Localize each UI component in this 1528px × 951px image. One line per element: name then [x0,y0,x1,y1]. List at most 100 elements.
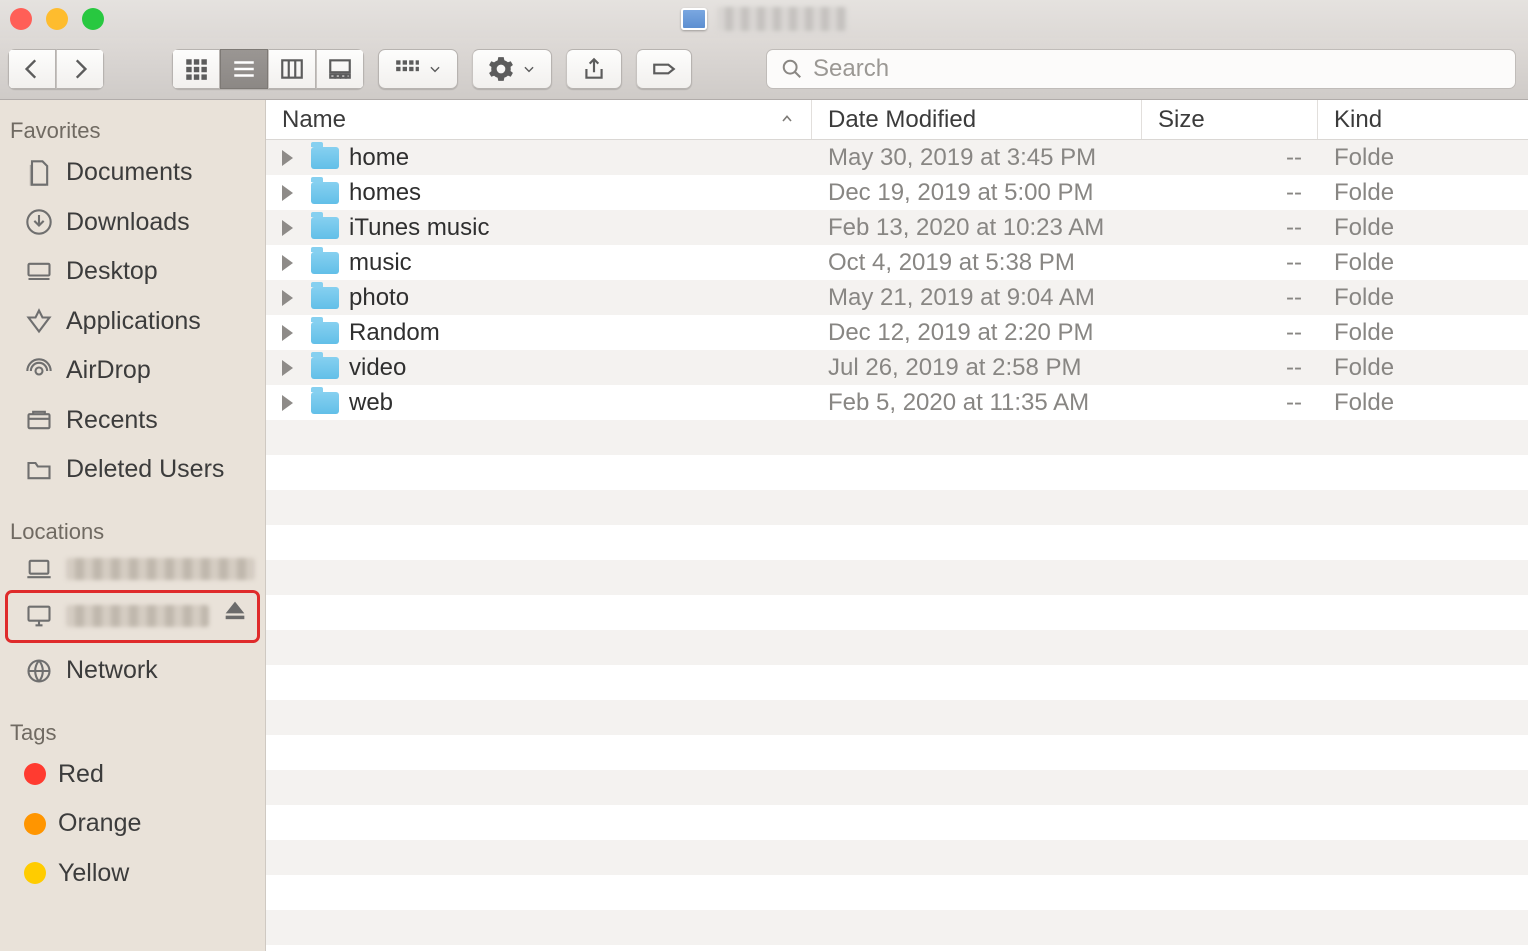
cell-kind: Folde [1318,389,1528,417]
cell-name: music [266,249,812,277]
disclosure-triangle-icon[interactable] [282,150,293,166]
eject-icon[interactable] [221,597,249,637]
column-date[interactable]: Date Modified [812,100,1142,139]
chevron-down-icon [522,62,536,76]
back-button[interactable] [8,49,56,89]
sidebar-item-label: Deleted Users [66,451,224,489]
documents-icon [24,159,54,187]
titlebar [0,0,1528,38]
sidebar-item[interactable] [0,549,265,589]
empty-row [266,840,1528,875]
disclosure-triangle-icon[interactable] [282,220,293,236]
table-row[interactable]: photoMay 21, 2019 at 9:04 AM--Folde [266,280,1528,315]
cell-date: Dec 19, 2019 at 5:00 PM [812,179,1142,207]
downloads-icon [24,208,54,236]
column-size-label: Size [1158,106,1205,134]
cell-name: Random [266,319,812,347]
sidebar-item-label: Orange [58,805,141,843]
sidebar-item[interactable]: Yellow [0,849,265,899]
sidebar-item-label: Red [58,756,104,794]
display-icon [24,602,54,630]
folder-icon [311,217,339,239]
tag-color-dot [24,763,46,785]
sidebar-item-label: Applications [66,303,201,341]
sidebar-section-header: Tags [0,712,265,750]
sort-ascending-icon [779,106,795,134]
disclosure-triangle-icon[interactable] [282,185,293,201]
sidebar-item[interactable]: Applications [0,297,265,347]
search-icon [781,58,803,80]
column-kind[interactable]: Kind [1318,100,1528,139]
cell-date: Feb 5, 2020 at 11:35 AM [812,389,1142,417]
sidebar-item[interactable]: Downloads [0,198,265,248]
action-button[interactable] [472,49,552,89]
sidebar-item[interactable]: Documents [0,148,265,198]
list-view-button[interactable] [220,49,268,89]
disclosure-triangle-icon[interactable] [282,325,293,341]
search-field[interactable] [766,49,1516,89]
sidebar-item[interactable]: AirDrop [0,346,265,396]
apps-icon [24,307,54,335]
share-button[interactable] [566,49,622,89]
sidebar-item[interactable]: Desktop [0,247,265,297]
sidebar-item[interactable]: Deleted Users [0,445,265,495]
minimize-window-button[interactable] [46,8,68,30]
table-row[interactable]: musicOct 4, 2019 at 5:38 PM--Folde [266,245,1528,280]
disclosure-triangle-icon[interactable] [282,395,293,411]
column-kind-label: Kind [1334,106,1382,134]
cell-size: -- [1142,354,1318,382]
toolbar [0,38,1528,100]
sidebar-item-label: Network [66,652,158,690]
file-name: photo [349,284,409,312]
icon-view-button[interactable] [172,49,220,89]
search-input[interactable] [813,55,1501,83]
disclosure-triangle-icon[interactable] [282,255,293,271]
gallery-view-button[interactable] [316,49,364,89]
main: FavoritesDocuments Downloads Desktop Applic… [0,100,1528,951]
sidebar-item[interactable]: Red [0,750,265,800]
cell-name: home [266,144,812,172]
content: Name Date Modified Size Kind homeMay 30,… [266,100,1528,951]
sidebar-item[interactable] [6,591,259,643]
list-icon [231,56,257,82]
arrange-button[interactable] [378,49,458,89]
gear-icon [488,56,514,82]
folder-icon [311,287,339,309]
table-row[interactable]: iTunes musicFeb 13, 2020 at 10:23 AM--Fo… [266,210,1528,245]
empty-row [266,455,1528,490]
table-row[interactable]: homesDec 19, 2019 at 5:00 PM--Folde [266,175,1528,210]
sidebar-item[interactable]: Orange [0,799,265,849]
close-window-button[interactable] [10,8,32,30]
folder-icon [311,322,339,344]
table-row[interactable]: webFeb 5, 2020 at 11:35 AM--Folde [266,385,1528,420]
zoom-window-button[interactable] [82,8,104,30]
cell-kind: Folde [1318,319,1528,347]
column-name[interactable]: Name [266,100,812,139]
empty-row [266,525,1528,560]
empty-row [266,665,1528,700]
sidebar-item-label: Downloads [66,204,190,242]
table-row[interactable]: RandomDec 12, 2019 at 2:20 PM--Folde [266,315,1528,350]
column-size[interactable]: Size [1142,100,1318,139]
table-row[interactable]: homeMay 30, 2019 at 3:45 PM--Folde [266,140,1528,175]
table-row[interactable]: videoJul 26, 2019 at 2:58 PM--Folde [266,350,1528,385]
empty-row [266,875,1528,910]
cell-kind: Folde [1318,144,1528,172]
file-name: iTunes music [349,214,489,242]
sidebar-section-header: Locations [0,511,265,549]
tags-button[interactable] [636,49,692,89]
window-title [681,7,847,31]
gallery-icon [327,56,353,82]
column-view-button[interactable] [268,49,316,89]
sidebar-section-header: Favorites [0,110,265,148]
view-mode-group [172,49,364,89]
sidebar-item-label: Yellow [58,855,129,893]
cell-size: -- [1142,144,1318,172]
disclosure-triangle-icon[interactable] [282,290,293,306]
sidebar-item[interactable]: Recents [0,396,265,446]
laptop-icon [24,555,54,583]
sidebar-item[interactable]: Network [0,646,265,696]
cell-date: May 30, 2019 at 3:45 PM [812,144,1142,172]
forward-button[interactable] [56,49,104,89]
disclosure-triangle-icon[interactable] [282,360,293,376]
